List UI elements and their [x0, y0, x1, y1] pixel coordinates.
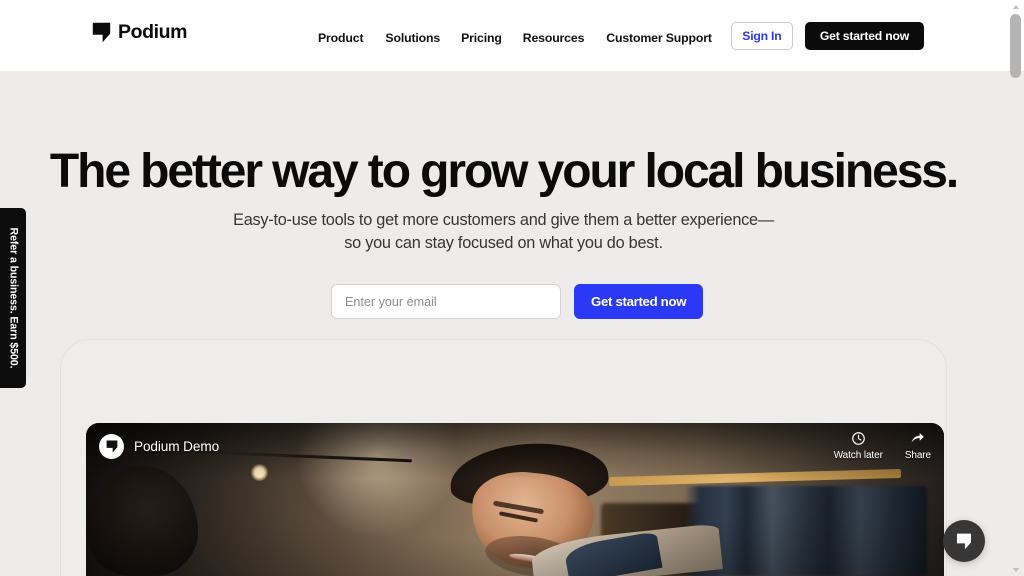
- share-label: Share: [904, 450, 931, 461]
- signup-form: Get started now: [331, 284, 704, 319]
- email-input[interactable]: [331, 284, 561, 319]
- nav-item-pricing[interactable]: Pricing: [461, 28, 502, 48]
- main-nav: Product Solutions Pricing Resources Cust…: [318, 28, 712, 48]
- hero-get-started-button[interactable]: Get started now: [574, 284, 704, 319]
- watch-later-button[interactable]: Watch later: [834, 431, 883, 461]
- share-button[interactable]: Share: [905, 431, 931, 461]
- podium-chat-logo-icon: [956, 533, 972, 550]
- watch-later-label: Watch later: [833, 450, 883, 461]
- video-title-row[interactable]: Podium Demo: [99, 434, 219, 459]
- referral-label: Refer a business. Earn $500.: [7, 227, 20, 369]
- brand-name: Podium: [118, 20, 188, 43]
- scrollbar-thumb[interactable]: [1010, 14, 1021, 78]
- nav-item-resources[interactable]: Resources: [523, 28, 585, 48]
- hero-subtitle-line-2: so you can stay focused on what you do b…: [344, 234, 663, 253]
- nav-item-customer-support[interactable]: Customer Support: [606, 28, 712, 48]
- header-actions: Sign In Get started now: [730, 22, 924, 50]
- chat-launcher-button[interactable]: [943, 520, 985, 562]
- scrollbar-track[interactable]: [1007, 71, 1024, 576]
- clock-icon: [851, 431, 866, 446]
- podium-logo-icon: [92, 22, 111, 43]
- scroll-up-arrow-icon[interactable]: [1007, 0, 1024, 13]
- referral-side-tab[interactable]: Refer a business. Earn $500.: [0, 208, 26, 388]
- scroll-down-arrow-icon[interactable]: [1007, 563, 1024, 576]
- web-page: Podium Product Solutions Pricing Resourc…: [0, 0, 1007, 576]
- share-arrow-icon: [910, 431, 925, 446]
- site-header: Podium Product Solutions Pricing Resourc…: [0, 0, 1007, 71]
- video-title: Podium Demo: [134, 439, 220, 454]
- brand-logo[interactable]: Podium: [92, 20, 188, 43]
- sign-in-button[interactable]: Sign In: [730, 22, 793, 50]
- browser-viewport: Podium Product Solutions Pricing Resourc…: [0, 0, 1024, 576]
- hero-subtitle-line-1: Easy-to-use tools to get more customers …: [233, 211, 774, 229]
- video-player[interactable]: Podium Demo Watch later Share: [86, 423, 944, 576]
- header-get-started-button[interactable]: Get started now: [804, 22, 924, 50]
- video-actions: Watch later Share: [834, 431, 931, 461]
- page-title: The better way to grow your local busine…: [49, 145, 959, 198]
- page-scrollbar[interactable]: [1007, 0, 1024, 576]
- video-channel-avatar-icon: [99, 434, 124, 459]
- nav-item-product[interactable]: Product: [318, 28, 364, 48]
- nav-item-solutions[interactable]: Solutions: [385, 28, 440, 48]
- hero-subtitle: Easy-to-use tools to get more customers …: [0, 209, 1007, 255]
